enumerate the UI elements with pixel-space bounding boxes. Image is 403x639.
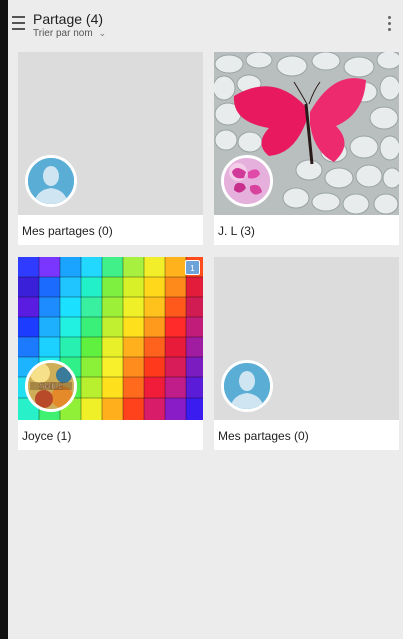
tile-placeholder-image [18, 52, 203, 215]
share-tile-mes-partages-2[interactable]: Mes partages (0) [214, 257, 399, 450]
tile-label: Joyce (1) [22, 429, 72, 443]
sort-dropdown[interactable]: Trier par nom ⌄ [33, 28, 106, 39]
share-tile-mes-partages[interactable]: Mes partages (0) [18, 52, 203, 245]
user-avatar-butterfly [221, 155, 273, 207]
user-avatar-smile: SMILE [25, 360, 77, 412]
svg-text:SMILE: SMILE [39, 382, 63, 391]
app-bar: Partage (4) Trier par nom ⌄ [8, 0, 403, 44]
tile-label: Mes partages (0) [22, 224, 113, 238]
tile-label: Mes partages (0) [218, 429, 309, 443]
tile-label: J. L (3) [218, 224, 255, 238]
page-title: Partage (4) [33, 11, 104, 27]
pebbles-butterfly-image [214, 52, 399, 215]
colorful-cubes-image: 1 SMILE [18, 257, 203, 420]
sort-label: Trier par nom [33, 28, 93, 39]
default-avatar-icon [221, 360, 273, 412]
app-frame: Partage (4) Trier par nom ⌄ Mes partages … [0, 0, 403, 639]
default-avatar-icon [25, 155, 77, 207]
chevron-down-icon: ⌄ [98, 28, 107, 38]
share-tile-jl[interactable]: J. L (3) [214, 52, 399, 245]
tile-placeholder-image [214, 257, 399, 420]
more-vertical-icon[interactable] [387, 16, 393, 34]
notification-count-badge: 1 [185, 260, 200, 275]
hamburger-menu-icon[interactable] [12, 16, 25, 32]
share-tile-joyce[interactable]: 1 SMILE Joyce (1) [18, 257, 203, 450]
